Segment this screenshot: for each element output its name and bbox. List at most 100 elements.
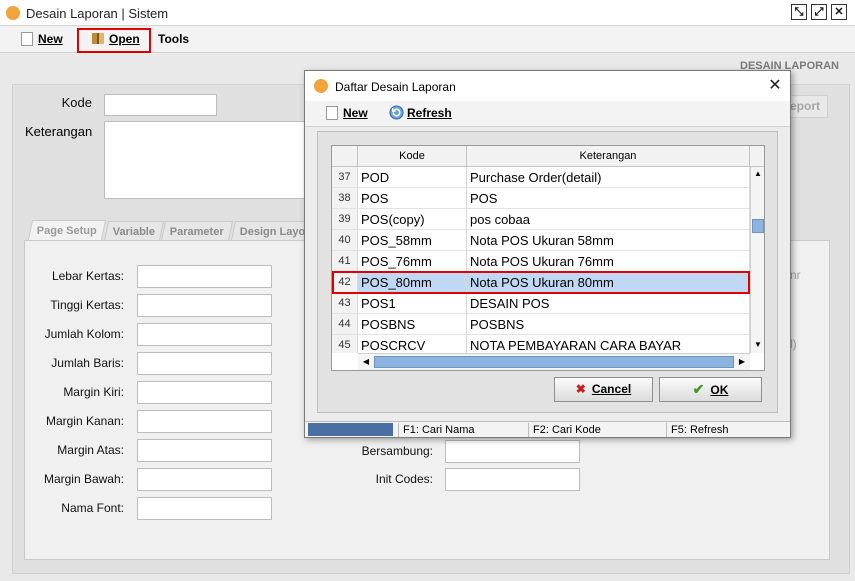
table-row[interactable]: 37 POD Purchase Order(detail) — [332, 167, 750, 188]
maximize-icon[interactable]: ⤢ — [811, 4, 827, 20]
jumlah-baris-label: Jumlah Baris: — [51, 356, 124, 370]
margin-kiri-label: Margin Kiri: — [63, 385, 124, 399]
dialog-new-button[interactable]: New — [322, 104, 372, 125]
kode-label: Kode — [61, 95, 92, 110]
cell-keterangan: Nota POS Ukuran 76mm — [467, 251, 750, 272]
dialog-statusbar: F1: Cari Nama F2: Cari Kode F5: Refresh — [305, 421, 790, 437]
init-codes-input[interactable] — [445, 468, 580, 491]
table-row[interactable]: 45 POSCRCV NOTA PEMBAYARAN CARA BAYAR — [332, 335, 750, 353]
status-f2: F2: Cari Kode — [528, 423, 665, 437]
row-number: 45 — [332, 335, 358, 353]
cell-kode: POS(copy) — [358, 209, 467, 230]
jumlah-baris-input[interactable] — [137, 352, 272, 375]
bersambung-input[interactable] — [445, 440, 580, 463]
main-toolbar: New Open Tools — [0, 27, 855, 53]
tab-page-setup[interactable]: Page Setup — [27, 220, 107, 240]
margin-atas-label: Margin Atas: — [57, 443, 124, 457]
nama-font-input[interactable] — [137, 497, 272, 520]
table-row[interactable]: 44 POSBNS POSBNS — [332, 314, 750, 335]
row-number-header — [332, 146, 358, 167]
nama-font-label: Nama Font: — [61, 501, 124, 515]
open-button[interactable]: Open — [77, 28, 151, 53]
scroll-left-icon[interactable]: ◀ — [360, 356, 372, 368]
row-number: 39 — [332, 209, 358, 230]
tab-variable[interactable]: Variable — [103, 221, 165, 241]
checkmark-icon: ✔ — [692, 381, 705, 397]
keterangan-input[interactable] — [104, 121, 306, 199]
margin-bawah-label: Margin Bawah: — [43, 472, 124, 486]
cancel-x-icon: ✖ — [575, 382, 586, 396]
new-doc-icon — [326, 106, 338, 120]
lebar-kertas-input[interactable] — [137, 265, 272, 288]
vertical-scrollbar[interactable]: ▲ ▼ — [750, 167, 764, 353]
cell-kode: POD — [358, 167, 467, 188]
row-number: 41 — [332, 251, 358, 272]
close-window-icon[interactable]: ✕ — [831, 4, 847, 20]
row-number: 38 — [332, 188, 358, 209]
table-row[interactable]: 41 POS_76mm Nota POS Ukuran 76mm — [332, 251, 750, 272]
new-button[interactable]: New — [17, 30, 71, 51]
selected-row-highlight — [332, 271, 750, 294]
dialog-close-icon[interactable]: ✕ — [765, 76, 785, 96]
app-icon — [6, 6, 20, 20]
table-row[interactable]: 40 POS_58mm Nota POS Ukuran 58mm — [332, 230, 750, 251]
tinggi-kertas-input[interactable] — [137, 294, 272, 317]
cell-keterangan: Purchase Order(detail) — [467, 167, 750, 188]
ok-button[interactable]: ✔ OK — [659, 377, 762, 402]
margin-kiri-input[interactable] — [137, 381, 272, 404]
kode-input[interactable] — [104, 94, 217, 116]
new-doc-icon — [21, 32, 33, 46]
restore-icon[interactable]: ⤡ — [791, 4, 807, 20]
row-number: 44 — [332, 314, 358, 335]
open-folder-icon — [92, 33, 104, 44]
cell-keterangan: DESAIN POS — [467, 293, 750, 314]
status-f5: F5: Refresh — [666, 423, 788, 437]
cell-kode: POS_58mm — [358, 230, 467, 251]
cell-keterangan: POS — [467, 188, 750, 209]
dialog-titlebar: Daftar Desain Laporan ✕ — [305, 71, 790, 101]
horizontal-scrollbar[interactable]: ◀ ▶ — [358, 353, 750, 370]
column-header-kode[interactable]: Kode — [358, 146, 467, 167]
column-header-keterangan[interactable]: Keterangan — [467, 146, 750, 167]
dialog-title: Daftar Desain Laporan — [335, 80, 456, 94]
table-row[interactable]: 38 POS POS — [332, 188, 750, 209]
tab-parameter[interactable]: Parameter — [160, 221, 233, 241]
keterangan-label: Keterangan — [25, 124, 93, 139]
cell-keterangan: NOTA PEMBAYARAN CARA BAYAR — [467, 335, 750, 353]
partial-label-1: nr — [790, 268, 801, 282]
tinggi-kertas-label: Tinggi Kertas: — [50, 298, 124, 312]
status-f1: F1: Cari Nama — [398, 423, 526, 437]
margin-kanan-input[interactable] — [137, 410, 272, 433]
window-titlebar: Desain Laporan | Sistem ⤡ ⤢ ✕ — [0, 0, 855, 26]
lebar-kertas-label: Lebar Kertas: — [51, 269, 124, 283]
margin-kanan-label: Margin Kanan: — [45, 414, 124, 428]
vertical-scroll-thumb[interactable] — [752, 219, 764, 233]
cell-keterangan: Nota POS Ukuran 58mm — [467, 230, 750, 251]
design-list-grid: Kode Keterangan 37 POD Purchase Order(de… — [331, 145, 765, 371]
dialog-toolbar: New Refresh — [305, 101, 790, 127]
scroll-right-icon[interactable]: ▶ — [736, 356, 748, 368]
cell-kode: POS — [358, 188, 467, 209]
dialog-refresh-button[interactable]: Refresh — [385, 104, 457, 125]
report-button[interactable]: eport — [786, 95, 828, 118]
partial-label-2: l) — [790, 337, 797, 351]
jumlah-kolom-input[interactable] — [137, 323, 272, 346]
cell-kode: POSCRCV — [358, 335, 467, 353]
tools-menu[interactable]: Tools — [154, 30, 194, 51]
margin-atas-input[interactable] — [137, 439, 272, 462]
bersambung-label: Bersambung: — [361, 444, 433, 458]
table-row[interactable]: 39 POS(copy) pos cobaa — [332, 209, 750, 230]
margin-bawah-input[interactable] — [137, 468, 272, 491]
horizontal-scroll-thumb[interactable] — [374, 356, 734, 368]
cancel-button[interactable]: ✖ Cancel — [554, 377, 653, 402]
jumlah-kolom-label: Jumlah Kolom: — [44, 327, 124, 341]
scroll-down-icon[interactable]: ▼ — [752, 339, 764, 351]
cell-keterangan: POSBNS — [467, 314, 750, 335]
tab-design-layout[interactable]: Design Layo — [230, 221, 315, 241]
row-number: 37 — [332, 167, 358, 188]
table-row[interactable]: 43 POS1 DESAIN POS — [332, 293, 750, 314]
cell-kode: POS1 — [358, 293, 467, 314]
scroll-up-icon[interactable]: ▲ — [752, 168, 764, 180]
window-title: Desain Laporan | Sistem — [26, 6, 169, 21]
row-number: 43 — [332, 293, 358, 314]
